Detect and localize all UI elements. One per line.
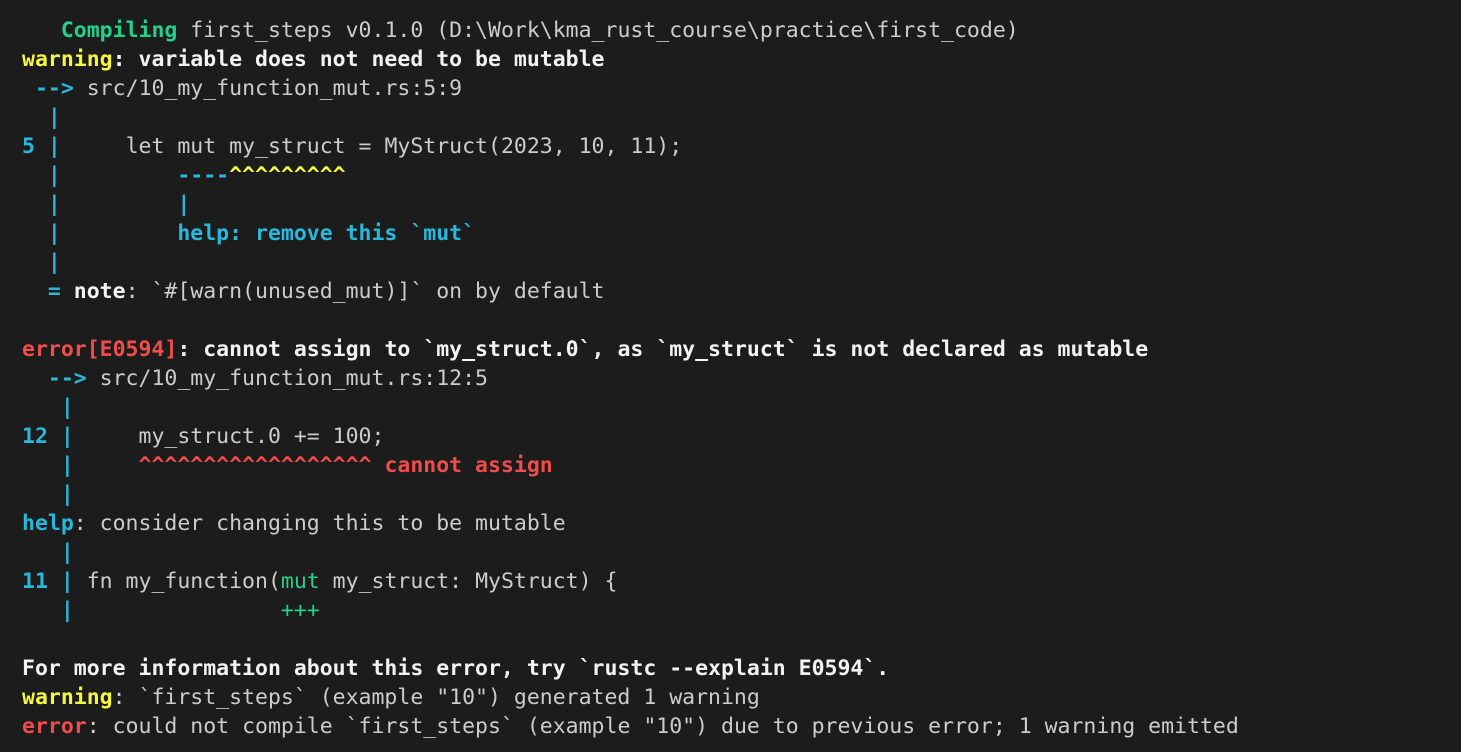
terminal-text: |	[22, 250, 61, 275]
terminal-line: |	[22, 393, 1461, 422]
terminal-text: help	[22, 511, 74, 536]
terminal-text: mut	[280, 569, 320, 594]
terminal-line: --> src/10_my_function_mut.rs:12:5	[22, 364, 1461, 393]
terminal-line: |	[22, 538, 1461, 567]
terminal-line: 11 | fn my_function(mut my_struct: MyStr…	[22, 567, 1461, 596]
terminal-text: 12 |	[22, 424, 74, 449]
terminal-text: error	[22, 714, 87, 739]
terminal-line: = note: `#[warn(unused_mut)]` on by defa…	[22, 277, 1461, 306]
terminal-text: warning	[22, 47, 113, 72]
terminal-text: : could not compile `first_steps` (examp…	[86, 714, 1239, 739]
terminal-text: | |	[22, 192, 191, 217]
terminal-text: |	[22, 453, 74, 478]
terminal-line: Compiling first_steps v0.1.0 (D:\Work\km…	[22, 16, 1461, 45]
terminal-line: | ----^^^^^^^^^	[22, 161, 1461, 190]
terminal-text: Compiling	[60, 18, 178, 43]
terminal-text: src/10_my_function_mut.rs:5:9	[86, 76, 463, 101]
terminal-text: -->	[22, 76, 87, 101]
terminal-text: =	[22, 279, 74, 304]
terminal-line: --> src/10_my_function_mut.rs:5:9	[22, 74, 1461, 103]
terminal-line: | help: remove this `mut`	[22, 219, 1461, 248]
terminal-text: my_struct: MyStruct) {	[319, 569, 618, 594]
terminal-text: note	[73, 279, 126, 304]
terminal-text: ^^^^^^^^^	[229, 163, 346, 188]
terminal-text: : variable does not need to be mutable	[112, 47, 605, 72]
terminal-line: 12 | my_struct.0 += 100;	[22, 422, 1461, 451]
terminal-text: | ----	[22, 163, 230, 188]
terminal-line: For more information about this error, t…	[22, 654, 1461, 683]
terminal-text: error[E0594]	[22, 337, 178, 362]
terminal-text: |	[22, 482, 74, 507]
terminal-text: +++	[280, 598, 320, 623]
terminal-text: -->	[22, 366, 100, 391]
terminal-text: let mut my_struct = MyStruct(2023, 10, 1…	[60, 134, 683, 159]
terminal-output[interactable]: Compiling first_steps v0.1.0 (D:\Work\km…	[0, 0, 1461, 752]
terminal-line: | +++	[22, 596, 1461, 625]
terminal-text: |	[22, 105, 61, 130]
terminal-text: |	[22, 598, 74, 623]
terminal-text: : cannot assign to `my_struct.0`, as `my…	[177, 337, 1149, 362]
terminal-text: ^^^^^^^^^^^^^^^^^^ cannot assign	[73, 453, 553, 478]
terminal-text: For more information about this error, t…	[22, 656, 890, 681]
terminal-text: first_steps v0.1.0 (D:\Work\kma_rust_cou…	[177, 18, 1019, 43]
terminal-line: |	[22, 248, 1461, 277]
terminal-text: fn my_function(	[73, 569, 281, 594]
terminal-line: |	[22, 103, 1461, 132]
terminal-line: warning: `first_steps` (example "10") ge…	[22, 683, 1461, 712]
terminal-text: my_struct.0 += 100;	[73, 424, 385, 449]
terminal-text: | help: remove this `mut`	[22, 221, 476, 246]
terminal-text: src/10_my_function_mut.rs:12:5	[99, 366, 488, 391]
terminal-line: | ^^^^^^^^^^^^^^^^^^ cannot assign	[22, 451, 1461, 480]
terminal-line: error[E0594]: cannot assign to `my_struc…	[22, 335, 1461, 364]
terminal-line: 5 | let mut my_struct = MyStruct(2023, 1…	[22, 132, 1461, 161]
terminal-text: : `#[warn(unused_mut)]` on by default	[125, 279, 605, 304]
terminal-text: : `first_steps` (example "10") generated…	[112, 685, 760, 710]
terminal-line: help: consider changing this to be mutab…	[22, 509, 1461, 538]
terminal-text: 5 |	[22, 134, 61, 159]
terminal-line: |	[22, 480, 1461, 509]
terminal-text: : consider changing this to be mutable	[73, 511, 566, 536]
terminal-text: |	[22, 540, 74, 565]
terminal-line: error: could not compile `first_steps` (…	[22, 712, 1461, 741]
terminal-line: warning: variable does not need to be mu…	[22, 45, 1461, 74]
terminal-text: warning	[22, 685, 113, 710]
terminal-text: 11 |	[22, 569, 74, 594]
terminal-line: | |	[22, 190, 1461, 219]
terminal-text: |	[22, 395, 74, 420]
